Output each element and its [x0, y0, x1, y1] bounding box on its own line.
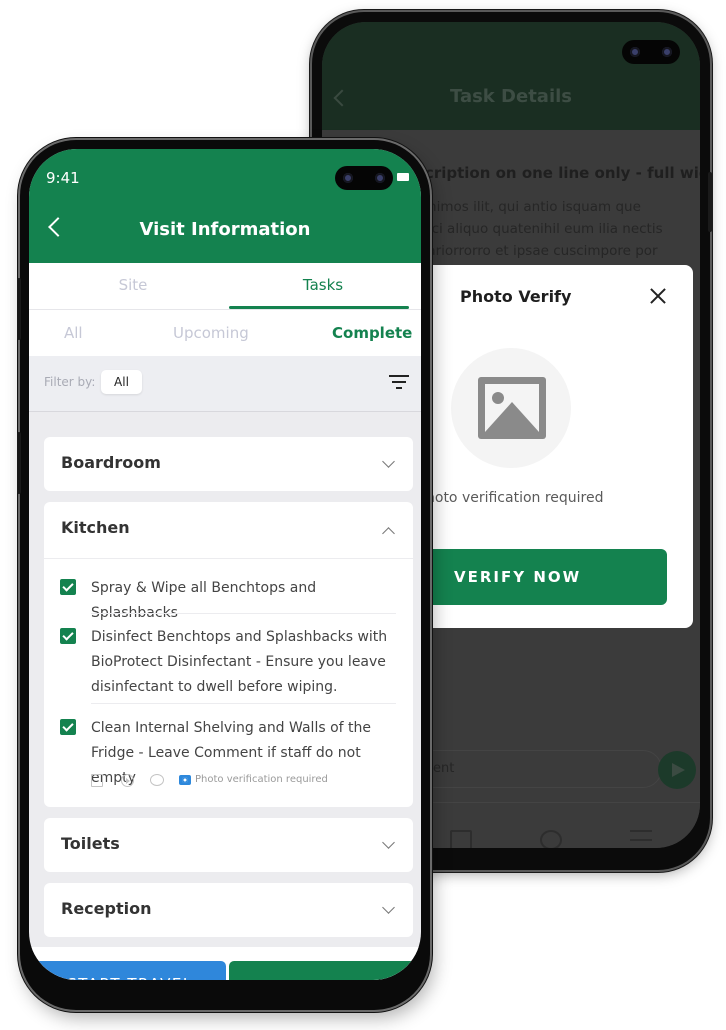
image-placeholder-icon [478, 377, 546, 439]
front-phone-device: 9:41 Visit Information Site Tasks All Up… [17, 140, 430, 1010]
section-header[interactable]: Reception [44, 883, 413, 937]
main-tabs: Site Tasks [29, 263, 421, 310]
chevron-down-icon [382, 455, 395, 468]
section-header[interactable]: Kitchen [44, 502, 413, 559]
verify-now-button[interactable]: VERIFY NOW [404, 549, 667, 605]
task-checkbox[interactable] [60, 719, 76, 735]
section-title: Boardroom [61, 453, 161, 472]
document-icon[interactable] [91, 774, 103, 787]
task-text: Spray & Wipe all Benchtops and Splashbac… [91, 580, 317, 621]
page-title: Visit Information [139, 219, 311, 240]
section-kitchen: Kitchen Spray & Wipe all Benchtops and S… [44, 502, 413, 807]
task-description-line: ienimos ilit, qui antio isquam que [416, 199, 641, 215]
chevron-down-icon [382, 901, 395, 914]
chevron-up-icon [382, 527, 395, 540]
subtab-all[interactable]: All [64, 310, 83, 356]
calendar-icon[interactable] [450, 830, 472, 848]
tab-site[interactable]: Site [35, 263, 231, 309]
modal-title: Photo Verify [460, 287, 572, 306]
task-details-title: Task Details [449, 86, 572, 107]
photo-verify-modal: Photo Verify hoto verification required … [404, 265, 693, 628]
subtab-complete[interactable]: Complete [332, 310, 412, 356]
send-icon[interactable] [658, 751, 696, 789]
volume-up-button [17, 278, 21, 340]
tab-tasks[interactable]: Tasks [225, 263, 421, 309]
close-icon[interactable] [647, 285, 669, 307]
image-placeholder [451, 348, 571, 468]
app-header: 9:41 Visit Information [29, 149, 421, 263]
section-toilets: Toilets [44, 818, 413, 872]
power-button [708, 172, 712, 232]
camera-cutout [622, 40, 680, 64]
camera-icon[interactable] [179, 775, 191, 785]
photo-verification-label: Photo verification required [195, 774, 328, 785]
subtab-upcoming[interactable]: Upcoming [173, 310, 249, 356]
section-header[interactable]: Toilets [44, 818, 413, 872]
menu-icon[interactable] [630, 830, 652, 848]
chevron-down-icon [382, 836, 395, 849]
status-time: 9:41 [46, 169, 80, 187]
bottom-action-bar: START TRAVEL CHECK IN [29, 947, 421, 980]
task-checkbox[interactable] [60, 628, 76, 644]
battery-icon [397, 173, 409, 181]
section-boardroom: Boardroom [44, 437, 413, 491]
divider [91, 703, 396, 704]
filter-bar: Filter by: All [29, 356, 421, 412]
filter-icon[interactable] [389, 375, 409, 389]
divider [91, 613, 396, 614]
section-title: Reception [61, 899, 152, 918]
comment-icon[interactable] [150, 774, 164, 786]
section-title: Kitchen [61, 518, 130, 537]
task-description-title: scription on one line only - full width [416, 164, 700, 182]
filter-label: Filter by: [44, 375, 96, 389]
task-text: Disinfect Benchtops and Splashbacks with… [91, 629, 388, 695]
visit-information-screen: 9:41 Visit Information Site Tasks All Up… [29, 149, 421, 980]
task-description-line: usci aliquo quatenihil eum ilia nectis [416, 221, 663, 237]
task-filter-tabs: All Upcoming Complete [29, 310, 421, 356]
photo-required-message: hoto verification required [426, 490, 604, 506]
check-in-button[interactable]: CHECK IN [229, 961, 421, 980]
section-header[interactable]: Boardroom [44, 437, 413, 491]
volume-down-button [17, 432, 21, 494]
task-checkbox[interactable] [60, 579, 76, 595]
section-title: Toilets [61, 834, 120, 853]
task-details-header: Task Details [322, 22, 700, 130]
filter-select[interactable]: All [101, 370, 142, 394]
section-reception: Reception [44, 883, 413, 937]
play-icon[interactable] [121, 774, 134, 787]
clock-icon[interactable] [540, 830, 562, 848]
start-travel-button[interactable]: START TRAVEL [34, 961, 226, 980]
camera-cutout [335, 166, 393, 190]
task-description-line: s ariorrorro et ipsae cuscimpore por [416, 243, 658, 259]
